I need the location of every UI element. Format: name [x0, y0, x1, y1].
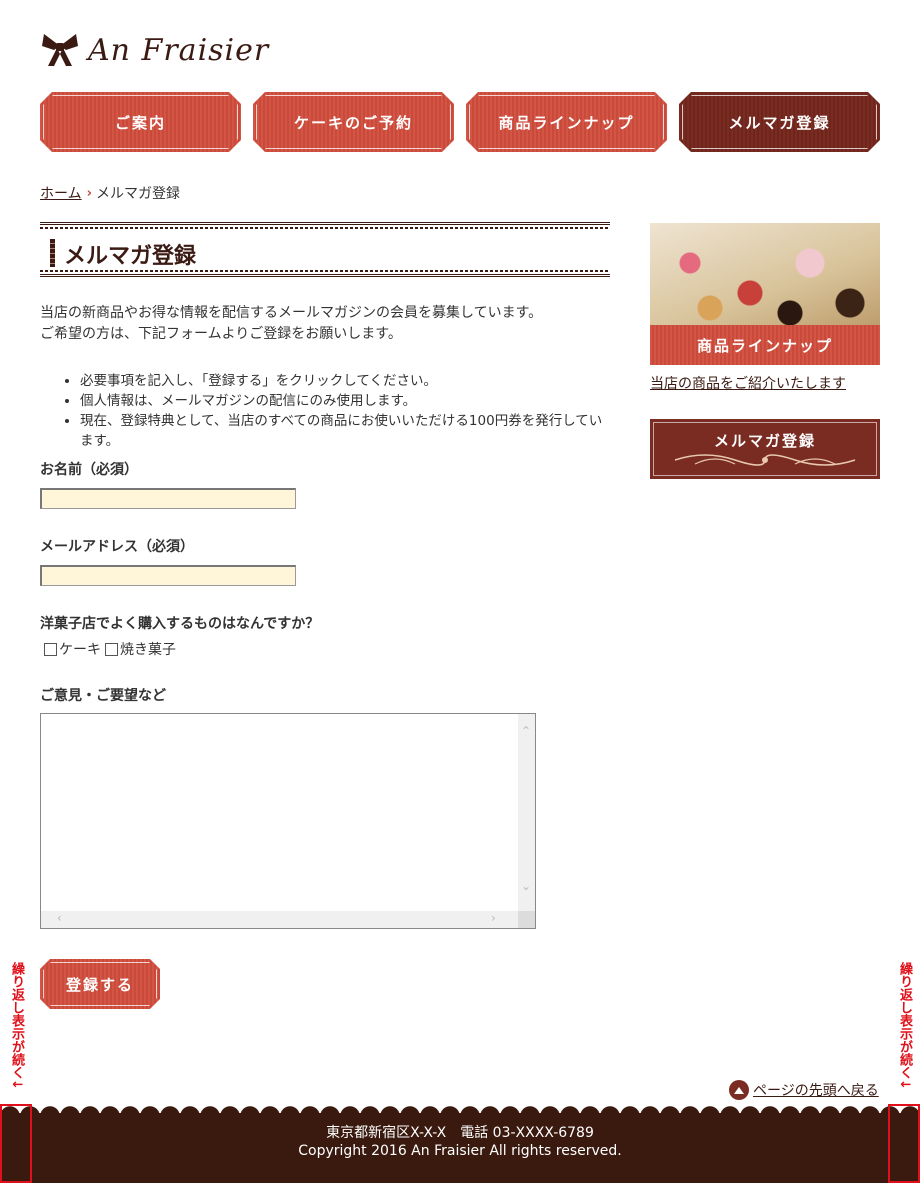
baked-goods-option-label[interactable]: 焼き菓子	[120, 639, 176, 659]
purchase-options: ケーキ 焼き菓子	[40, 639, 610, 659]
list-item: 現在、登録特典として、当店のすべての商品にお使いいただける100円券を発行してい…	[80, 411, 610, 451]
list-item: 個人情報は、メールマガジンの配信にのみ使用します。	[80, 391, 610, 411]
comment-textarea[interactable]: ⌃ ⌄ ‹ ›	[40, 713, 536, 929]
chevron-up-icon[interactable]: ⌃	[521, 724, 531, 738]
product-lineup-banner[interactable]: 商品ラインナップ	[650, 223, 880, 365]
ornament-icon	[674, 454, 856, 466]
footer-address: 東京都新宿区X-X-X 電話 03-XXXX-6789	[326, 1125, 594, 1141]
main-content: メルマガ登録 当店の新商品やお得な情報を配信するメールマガジンの会員を募集してい…	[40, 222, 610, 929]
chevron-right-icon: ›	[86, 185, 92, 201]
logo-text: An Fraisier	[88, 32, 270, 68]
submit-label: 登録する	[65, 975, 134, 994]
back-to-top[interactable]: ページの先頭へ戻る	[729, 1080, 879, 1100]
site-logo[interactable]: An Fraisier	[40, 30, 269, 70]
email-label: メールアドレス（必須）	[40, 539, 194, 555]
nav-label: ご案内	[114, 113, 166, 132]
nav-item-product-lineup[interactable]: 商品ラインナップ	[466, 92, 667, 152]
mailmag-banner[interactable]: メルマガ登録	[650, 419, 880, 479]
page-title: メルマガ登録	[64, 244, 197, 269]
nav-item-guide[interactable]: ご案内	[40, 92, 241, 152]
breadcrumb: ホーム › メルマガ登録	[40, 183, 180, 203]
chevron-left-icon[interactable]: ‹	[57, 911, 62, 925]
repeat-marker-left	[0, 1104, 32, 1183]
mailmag-banner-label: メルマガ登録	[713, 432, 816, 450]
nav-label: 商品ラインナップ	[498, 113, 635, 132]
chevron-down-icon[interactable]: ⌄	[521, 879, 531, 893]
scrollbar-corner	[518, 911, 535, 928]
banner-label: 商品ラインナップ	[650, 325, 880, 365]
ribbon-logo-icon	[42, 34, 78, 66]
footer-copyright: Copyright 2016 An Fraisier All rights re…	[298, 1143, 622, 1159]
page-title-box: メルマガ登録	[40, 222, 610, 277]
intro-text: 当店の新商品やお得な情報を配信するメールマガジンの会員を募集しています。 ご希望…	[40, 303, 610, 345]
question-label: 洋菓子店でよく購入するものはなんですか？	[40, 616, 320, 632]
nav-item-cake-reservation[interactable]: ケーキのご予約	[253, 92, 454, 152]
submit-button[interactable]: 登録する	[40, 959, 160, 1009]
baked-goods-checkbox[interactable]	[105, 642, 118, 656]
intro-line: ご希望の方は、下記フォームよりご登録をお願いします。	[40, 326, 402, 342]
email-field[interactable]	[40, 565, 296, 586]
list-item: 必要事項を記入し、「登録する」をクリックしてください。	[80, 371, 610, 391]
product-intro-link[interactable]: 当店の商品をご紹介いたします	[650, 373, 846, 393]
comment-label: ご意見・ご要望など	[40, 688, 166, 704]
chevron-right-icon[interactable]: ›	[491, 911, 496, 925]
name-label: お名前（必須）	[40, 462, 138, 478]
main-nav: ご案内 ケーキのご予約 商品ラインナップ メルマガ登録	[40, 92, 880, 152]
name-field[interactable]	[40, 488, 296, 509]
nav-label: ケーキのご予約	[293, 113, 413, 132]
cake-option-label[interactable]: ケーキ	[59, 639, 101, 659]
nav-item-mailmag[interactable]: メルマガ登録	[679, 92, 880, 152]
notice-list: 必要事項を記入し、「登録する」をクリックしてください。 個人情報は、メールマガジ…	[80, 371, 610, 451]
cake-checkbox[interactable]	[44, 642, 57, 656]
breadcrumb-home-link[interactable]: ホーム	[40, 183, 82, 203]
back-to-top-link[interactable]: ページの先頭へ戻る	[753, 1080, 879, 1100]
nav-label: メルマガ登録	[728, 113, 831, 132]
vertical-scrollbar[interactable]: ⌃ ⌄	[518, 714, 535, 912]
arrow-up-icon	[729, 1080, 749, 1100]
repeat-marker-right	[888, 1104, 920, 1183]
horizontal-scrollbar[interactable]: ‹ ›	[41, 911, 519, 928]
breadcrumb-current: メルマガ登録	[95, 186, 180, 202]
repeat-annotation-right: 繰り返し表示が続く↓	[897, 962, 912, 1090]
repeat-annotation-left: 繰り返し表示が続く↓	[9, 962, 24, 1090]
intro-line: 当店の新商品やお得な情報を配信するメールマガジンの会員を募集しています。	[40, 305, 543, 321]
